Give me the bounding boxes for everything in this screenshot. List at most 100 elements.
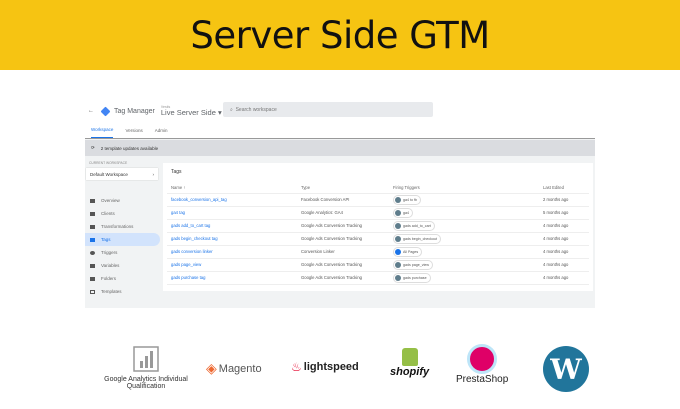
last-edited: 4 months ago: [539, 232, 589, 246]
variables-icon: [90, 263, 95, 268]
shopify-bag-icon: [401, 348, 418, 366]
tag-type: Google Ads Conversion Tracking: [297, 232, 389, 246]
nav-label: Variables: [101, 263, 120, 268]
tag-name-link[interactable]: gads begin_checkout tag: [167, 232, 297, 246]
table-row[interactable]: gads conversion linker Conversion Linker A…: [167, 245, 589, 259]
lightspeed-logo: ♨ lightspeed: [291, 360, 359, 374]
analytics-icon: [133, 346, 159, 372]
sidebar-item-variables[interactable]: Variables: [85, 259, 160, 272]
platform-logos: Google Analytics Individual Qualificatio…: [0, 338, 680, 408]
tab-admin[interactable]: Admin: [155, 123, 168, 138]
tag-type: Google Ads Conversion Tracking: [297, 219, 389, 233]
trigger-cell: gads add_to_cart: [389, 219, 539, 233]
container-selector[interactable]: Vestis Live Server Side ▾: [161, 105, 222, 117]
chevron-right-icon: ›: [152, 171, 155, 177]
tag-type: Conversion Linker: [297, 245, 389, 259]
tag-type: Google Ads Conversion Tracking: [297, 258, 389, 272]
table-row[interactable]: gads begin_checkout tag Google Ads Conver…: [167, 232, 589, 246]
tag-name-link[interactable]: gads add_to_cart tag: [167, 219, 297, 233]
table-row[interactable]: ga4 tag Google Analytics: GA4 ga4 5 months …: [167, 206, 589, 220]
tag-name-link[interactable]: gads purchase tag: [167, 271, 297, 285]
column-header-triggers[interactable]: Firing Triggers: [389, 183, 539, 194]
trigger-cell: ga4: [389, 206, 539, 220]
ga-label: Google Analytics Individual Qualificatio…: [104, 376, 188, 390]
trigger-chip[interactable]: gads add_to_cart: [393, 220, 435, 231]
trigger-chip[interactable]: gads purchase: [393, 272, 431, 283]
trigger-cell: gads purchase: [389, 271, 539, 285]
trigger-chip[interactable]: ga4 to fb: [393, 194, 421, 205]
notice-text[interactable]: 2 template updates available: [101, 146, 158, 151]
wordpress-logo: W: [543, 346, 589, 392]
magento-label: Magento: [218, 362, 262, 375]
trigger-icon: [395, 248, 401, 255]
folder-icon: [90, 276, 95, 281]
banner: Server Side GTM: [0, 0, 680, 70]
chevron-down-icon: ▾: [215, 108, 222, 117]
tag-name-link[interactable]: facebook_conversion_api_tag: [167, 193, 297, 207]
magento-logo: ◈ Magento: [206, 360, 262, 377]
search-input[interactable]: ⌕ Search workspace: [223, 102, 433, 117]
overview-icon: [90, 198, 95, 203]
sidebar-item-triggers[interactable]: Triggers: [85, 246, 160, 259]
trigger-icon: [395, 209, 401, 216]
tab-versions[interactable]: Versions: [125, 123, 142, 138]
trigger-chip[interactable]: All Pages: [393, 246, 423, 257]
sidebar-item-clients[interactable]: Clients: [85, 207, 160, 220]
sidebar-item-templates[interactable]: Templates: [85, 285, 160, 298]
gtm-screenshot: ← Tag Manager Vestis Live Server Side ▾ ⌕…: [85, 100, 595, 308]
trigger-icon: [395, 196, 401, 203]
tags-table: Name ↑ Type Firing Triggers Last Edited …: [167, 183, 589, 285]
trigger-cell: gads page_view: [389, 258, 539, 272]
tag-name-link[interactable]: gads page_view: [167, 258, 297, 272]
trigger-chip[interactable]: gads begin_checkout: [393, 233, 441, 244]
trigger-label: ga4 to fb: [403, 197, 417, 202]
tag-type: Google Ads Conversion Tracking: [297, 271, 389, 285]
trigger-chip[interactable]: gads page_view: [393, 259, 433, 270]
sidebar: CURRENT WORKSPACE Default Workspace › Ove…: [85, 158, 160, 298]
last-edited: 4 months ago: [539, 245, 589, 259]
trigger-cell: ga4 to fb: [389, 193, 539, 207]
table-row[interactable]: facebook_conversion_api_tag Facebook Conv…: [167, 193, 589, 207]
tag-name-link[interactable]: ga4 tag: [167, 206, 297, 220]
nav-label: Folders: [101, 276, 117, 281]
column-header-last-edited[interactable]: Last Edited: [539, 183, 589, 194]
shopify-label: shopify: [390, 366, 430, 378]
back-arrow-icon[interactable]: ←: [88, 108, 94, 114]
nav-label: Templates: [101, 289, 122, 294]
sidebar-item-transformations[interactable]: Transformations: [85, 220, 160, 233]
last-edited: 5 months ago: [539, 206, 589, 220]
trigger-icon: [395, 222, 401, 229]
trigger-icon: [395, 235, 401, 242]
tag-type: Google Analytics: GA4: [297, 206, 389, 220]
last-edited: 4 months ago: [539, 219, 589, 233]
template-icon: [90, 289, 95, 294]
prestashop-icon: [467, 344, 498, 374]
sidebar-item-overview[interactable]: Overview: [85, 194, 160, 207]
workspace-selector[interactable]: Default Workspace ›: [86, 168, 158, 180]
tag-name-link[interactable]: gads conversion linker: [167, 245, 297, 259]
column-header-type[interactable]: Type: [297, 183, 389, 194]
gtm-logo-icon: [100, 106, 111, 116]
sidebar-item-tags[interactable]: Tags: [85, 233, 160, 246]
banner-title: Server Side GTM: [190, 13, 490, 57]
last-edited: 4 months ago: [539, 258, 589, 272]
nav-label: Tags: [101, 237, 111, 242]
nav-label: Triggers: [101, 250, 118, 255]
trigger-chip[interactable]: ga4: [393, 207, 413, 218]
sidebar-item-folders[interactable]: Folders: [85, 272, 160, 285]
trigger-label: gads begin_checkout: [403, 236, 437, 241]
column-header-name[interactable]: Name ↑: [167, 183, 297, 194]
tab-workspace[interactable]: Workspace: [91, 122, 114, 138]
search-placeholder: Search workspace: [235, 106, 277, 113]
table-row[interactable]: gads add_to_cart tag Google Ads Conversio…: [167, 219, 589, 233]
trigger-label: gads purchase: [403, 275, 427, 280]
nav-label: Clients: [101, 211, 115, 216]
shopify-logo: shopify: [390, 348, 429, 378]
last-edited: 4 months ago: [539, 271, 589, 285]
nav-label: Transformations: [101, 224, 134, 229]
table-row[interactable]: gads purchase tag Google Ads Conversion T…: [167, 271, 589, 285]
table-row[interactable]: gads page_view Google Ads Conversion Trac…: [167, 258, 589, 272]
lightspeed-label: lightspeed: [303, 361, 359, 373]
lightspeed-icon: ♨: [291, 360, 302, 374]
trigger-label: gads page_view: [403, 262, 429, 267]
